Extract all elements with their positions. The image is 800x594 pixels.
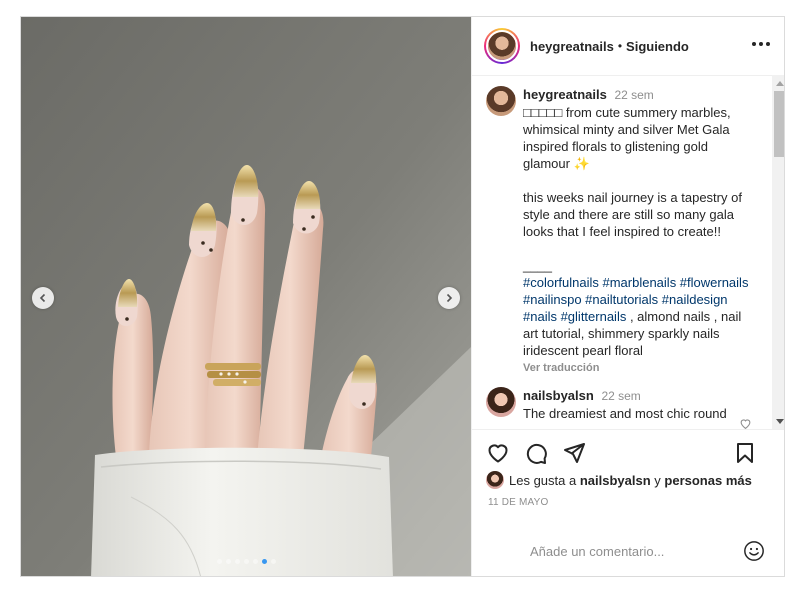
carousel-dot-active (261, 559, 267, 564)
add-comment-bar (472, 525, 784, 576)
post-actions: Les gusta a nailsbyalsn y personas más 1… (472, 429, 784, 508)
carousel-dot (216, 559, 222, 564)
comment-item: nailsbyalsn 22 sem The dreamiest and mos… (486, 387, 738, 422)
caption-avatar[interactable] (486, 86, 516, 116)
comment-icon[interactable] (524, 441, 548, 465)
comments-section: heygreatnails 22 sem □□□□□ from cute sum… (472, 75, 784, 430)
post-date[interactable]: 11 DE MAYO (472, 497, 784, 508)
header-separator: • (617, 39, 623, 53)
caption-divider: ____ (523, 258, 552, 273)
post-dialog: heygreatnails • Siguiendo heygreatnails … (20, 16, 785, 577)
following-button[interactable]: Siguiendo (626, 39, 689, 54)
comment-time[interactable]: 22 sem (601, 389, 640, 403)
next-image-button[interactable] (438, 287, 460, 309)
caption-username[interactable]: heygreatnails (523, 87, 607, 102)
comments-scrollbar[interactable] (772, 75, 784, 429)
chevron-left-icon (39, 293, 46, 303)
heart-icon[interactable] (486, 441, 510, 465)
caption-text: □□□□□ from cute summery marbles, whimsic… (523, 105, 731, 171)
more-options-icon[interactable] (752, 39, 770, 49)
nails-photo (21, 17, 471, 576)
post-media (21, 17, 471, 576)
avatar (488, 32, 516, 60)
carousel-dot (243, 559, 249, 564)
emoji-icon[interactable] (743, 540, 765, 562)
bookmark-icon[interactable] (733, 441, 757, 465)
comment-text: The dreamiest and most chic round (523, 406, 727, 421)
translate-link[interactable]: Ver traducción (523, 360, 758, 377)
comment-avatar[interactable] (486, 387, 516, 417)
previous-image-button[interactable] (32, 287, 54, 309)
post-header: heygreatnails • Siguiendo (472, 17, 784, 76)
chevron-right-icon (446, 293, 453, 303)
carousel-dot (270, 559, 276, 564)
post-side-panel: heygreatnails • Siguiendo heygreatnails … (471, 17, 784, 576)
comment-input[interactable] (528, 543, 732, 560)
header-username[interactable]: heygreatnails (530, 39, 614, 54)
story-ring[interactable] (484, 28, 520, 64)
caption-text-2: this weeks nail journey is a tapestry of… (523, 190, 742, 239)
send-icon[interactable] (562, 441, 586, 465)
carousel-dot (252, 559, 258, 564)
carousel-indicator (21, 559, 471, 564)
carousel-dot (225, 559, 231, 564)
caption-time[interactable]: 22 sem (614, 88, 653, 102)
carousel-dot (234, 559, 240, 564)
caption: heygreatnails 22 sem □□□□□ from cute sum… (486, 86, 758, 377)
comment-username[interactable]: nailsbyalsn (523, 388, 594, 403)
